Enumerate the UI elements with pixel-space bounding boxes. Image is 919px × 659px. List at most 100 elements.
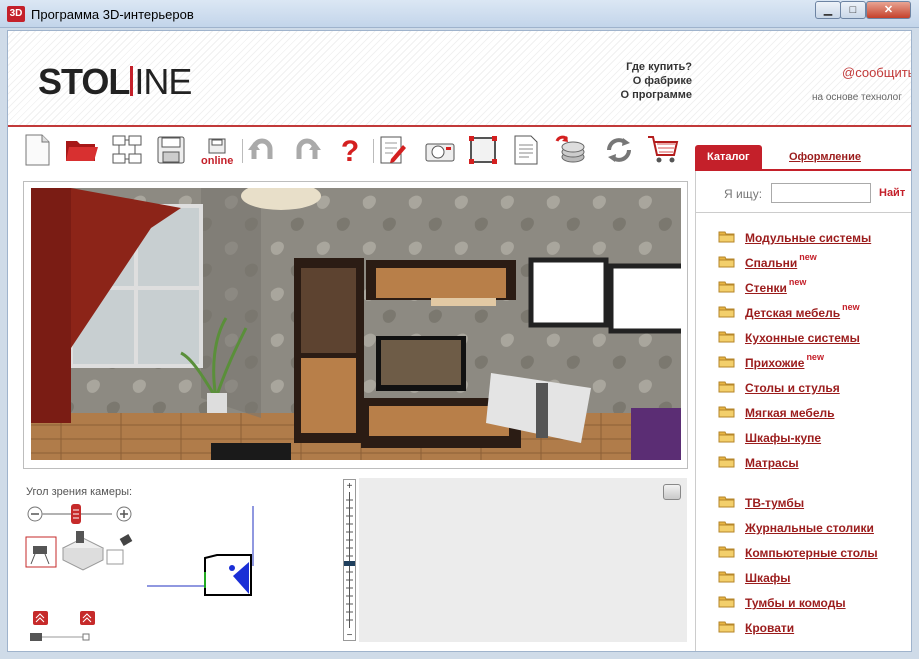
folder-icon [718, 620, 745, 636]
room-render[interactable] [31, 188, 681, 460]
catalog-item[interactable]: Журнальные столики [718, 519, 874, 537]
folder-icon [718, 255, 745, 271]
cart-icon[interactable] [646, 133, 680, 167]
camera-view-mode-button[interactable] [25, 536, 57, 568]
app-icon: 3D [7, 6, 25, 22]
catalog-item[interactable]: Матрасы [718, 454, 799, 472]
network-icon[interactable] [110, 133, 144, 167]
camera-height-slider[interactable] [30, 633, 90, 641]
save-icon[interactable] [154, 133, 188, 167]
header: STOL INE Где купить? О фабрике О программ… [8, 31, 911, 127]
maximize-button[interactable]: □ [840, 1, 866, 19]
catalog-item-label: Модульные системы [745, 231, 872, 245]
vertical-zoom-slider[interactable]: + − [343, 479, 356, 641]
folder-icon [718, 495, 745, 511]
zoom-slider-handle[interactable] [71, 504, 81, 524]
new-badge: new [799, 252, 817, 262]
edit-icon[interactable] [376, 133, 410, 167]
search-input[interactable] [771, 183, 871, 203]
about-program-link[interactable]: О программе [568, 88, 692, 102]
catalog-item-label: Кровати [745, 621, 795, 635]
stolline-logo: STOL INE [38, 61, 192, 102]
folder-icon [718, 280, 745, 296]
catalog-item[interactable]: Детская мебель new [718, 302, 860, 322]
tab-design[interactable]: Оформление [777, 145, 873, 170]
folder-icon [718, 430, 745, 446]
title-bar: 3D Программа 3D-интерьеров ▁ □ ✕ [0, 0, 919, 28]
help-icon[interactable]: ? [333, 133, 367, 167]
3d-viewport[interactable] [23, 181, 688, 469]
catalog-item[interactable]: Шкафы [718, 569, 791, 587]
catalog-item-label: Детская мебель [745, 306, 841, 320]
catalog-item-label: Журнальные столики [745, 521, 874, 535]
catalog-panel: Каталог Оформление Я ищу: Найт Модульные… [695, 145, 911, 651]
zoom-in-button[interactable] [116, 506, 132, 522]
close-button[interactable]: ✕ [866, 1, 911, 19]
new-file-icon[interactable] [20, 133, 54, 167]
catalog-item-label: Прихожие [745, 356, 805, 370]
catalog-item[interactable]: Компьютерные столы [718, 544, 878, 562]
room-view-mode-button[interactable] [61, 531, 105, 571]
folder-icon [718, 230, 745, 246]
search-label: Я ищу: [724, 187, 763, 201]
catalog-item-label: Компьютерные столы [745, 546, 878, 560]
where-to-buy-link[interactable]: Где купить? [568, 60, 692, 74]
catalog-item-label: Мягкая мебель [745, 406, 835, 420]
catalog-item-label: Столы и стулья [745, 381, 840, 395]
catalog-item[interactable]: Кухонные системы [718, 329, 860, 347]
folder-icon [718, 380, 745, 396]
folder-icon [718, 355, 745, 371]
folder-icon [718, 330, 745, 346]
camera-icon[interactable] [423, 133, 457, 167]
window-title: Программа 3D-интерьеров [31, 7, 194, 22]
catalog-item[interactable]: Столы и стулья [718, 379, 840, 397]
online-label[interactable]: online [201, 155, 233, 167]
new-badge: new [788, 277, 807, 287]
catalog-item[interactable]: ТВ-тумбы [718, 494, 804, 512]
document-icon[interactable] [509, 133, 543, 167]
catalog-item-label: Стенки [745, 281, 787, 295]
camera-panel: Угол зрения камеры: [23, 476, 353, 646]
redo-icon[interactable] [289, 133, 323, 167]
catalog-item-label: Шкафы [745, 571, 791, 585]
coins-icon[interactable] [554, 133, 588, 167]
camera-up-button[interactable] [33, 611, 48, 625]
folder-icon [718, 520, 745, 536]
catalog-item[interactable]: Кровати [718, 619, 794, 637]
frame-icon[interactable] [466, 133, 500, 167]
catalog-item[interactable]: Мягкая мебель [718, 404, 835, 422]
minimize-button[interactable]: ▁ [815, 1, 841, 19]
catalog-item-label: Кухонные системы [745, 331, 860, 345]
top-view-mode-button[interactable] [106, 534, 133, 565]
svg-text:−: − [347, 630, 353, 640]
catalog-item[interactable]: Прихожие new [718, 352, 824, 372]
header-links: Где купить? О фабрике О программе [568, 60, 692, 102]
technology-note: на основе технолог [812, 92, 902, 103]
find-button[interactable]: Найт [879, 187, 905, 199]
catalog-item[interactable]: Стенки new [718, 277, 807, 297]
zoom-out-button[interactable] [27, 506, 43, 522]
camera-up-fast-button[interactable] [80, 611, 95, 625]
tab-catalog[interactable]: Каталог [695, 145, 762, 170]
catalog-item-label: Шкафы-купе [745, 431, 822, 445]
about-factory-link[interactable]: О фабрике [568, 74, 692, 88]
contact-link[interactable]: @сообщить [842, 65, 911, 80]
catalog-item[interactable]: Модульные системы [718, 229, 871, 247]
folder-icon [718, 570, 745, 586]
plan-toggle-button[interactable] [663, 484, 681, 500]
folder-icon [718, 545, 745, 561]
refresh-icon[interactable] [602, 133, 636, 167]
catalog-item[interactable]: Тумбы и комоды [718, 594, 846, 612]
catalog-search-row: Я ищу: Найт [696, 177, 911, 213]
catalog-item[interactable]: Спальни new [718, 252, 817, 272]
catalog-item[interactable]: Шкафы-купе [718, 429, 821, 447]
app-client: STOL INE Где купить? О фабрике О программ… [7, 30, 912, 652]
undo-icon[interactable] [246, 133, 280, 167]
open-folder-icon[interactable] [65, 133, 99, 167]
plan-view-area[interactable] [359, 478, 687, 642]
svg-text:+: + [347, 481, 353, 492]
catalog-item-label: Матрасы [745, 456, 799, 470]
camera-plan-minimap[interactable] [147, 506, 254, 596]
new-badge: new [842, 302, 860, 312]
catalog-item-label: Тумбы и комоды [745, 596, 846, 610]
